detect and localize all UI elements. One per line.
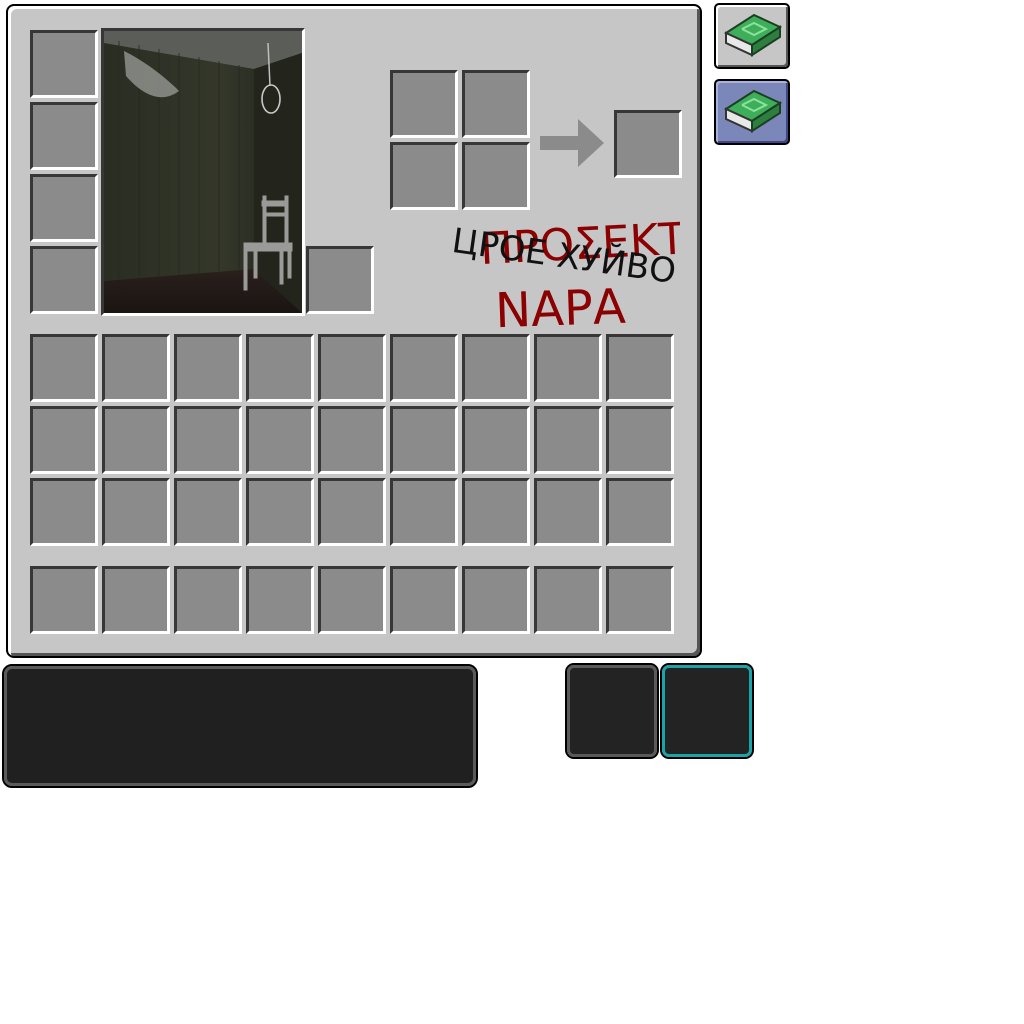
inventory-slot[interactable]	[462, 334, 530, 402]
hotbar-slot[interactable]	[534, 566, 602, 634]
crafting-slot-3[interactable]	[390, 142, 458, 210]
inventory-slot[interactable]	[30, 406, 98, 474]
inventory-slot[interactable]	[534, 334, 602, 402]
inventory-slot[interactable]	[102, 406, 170, 474]
crafting-arrow-icon	[540, 119, 604, 167]
inventory-slot[interactable]	[174, 478, 242, 546]
crafting-result-slot[interactable]	[614, 110, 682, 178]
inventory-slot[interactable]	[462, 406, 530, 474]
extra-slot-2-selected[interactable]	[660, 663, 754, 759]
armor-slot-helmet[interactable]	[30, 30, 98, 98]
inventory-slot[interactable]	[30, 334, 98, 402]
inventory-slot[interactable]	[318, 478, 386, 546]
inventory-slot[interactable]	[390, 334, 458, 402]
enchanted-book-icon	[723, 89, 783, 133]
inventory-slot[interactable]	[390, 406, 458, 474]
armor-slot-chestplate[interactable]	[30, 102, 98, 170]
extra-slot-1[interactable]	[565, 663, 659, 759]
hotbar-slot[interactable]	[318, 566, 386, 634]
enchanted-book-icon	[723, 13, 783, 57]
inventory-slot[interactable]	[534, 478, 602, 546]
inventory-slot[interactable]	[606, 406, 674, 474]
inventory-slot[interactable]	[246, 334, 314, 402]
crafting-slot-4[interactable]	[462, 142, 530, 210]
inventory-slot[interactable]	[246, 478, 314, 546]
inventory-slot[interactable]	[318, 334, 386, 402]
inventory-slot[interactable]	[534, 406, 602, 474]
inventory-slot[interactable]	[606, 334, 674, 402]
graffiti-scribble: ΠΡΟΣΕΚΤ ΝΑΡΑ ЦРОЕ ХУЙВО	[450, 213, 680, 335]
hotbar-slot[interactable]	[246, 566, 314, 634]
armor-slot-boots[interactable]	[30, 246, 98, 314]
recipe-book-tab-active[interactable]	[714, 79, 790, 145]
player-preview-image	[101, 28, 305, 316]
dark-room-picture	[104, 31, 302, 313]
hotbar-slot[interactable]	[390, 566, 458, 634]
inventory-slot[interactable]	[246, 406, 314, 474]
inventory-slot[interactable]	[462, 478, 530, 546]
inventory-slot[interactable]	[606, 478, 674, 546]
hotbar-slot[interactable]	[462, 566, 530, 634]
inventory-slot[interactable]	[390, 478, 458, 546]
search-textbox[interactable]	[2, 664, 478, 788]
inventory-slot[interactable]	[102, 478, 170, 546]
scribble-red-text-2: ΝΑΡΑ	[494, 279, 627, 335]
armor-slot-leggings[interactable]	[30, 174, 98, 242]
inventory-slot[interactable]	[102, 334, 170, 402]
hotbar-slot[interactable]	[174, 566, 242, 634]
inventory-slot[interactable]	[174, 406, 242, 474]
inventory-slot[interactable]	[318, 406, 386, 474]
hotbar-slot[interactable]	[102, 566, 170, 634]
hotbar-slot[interactable]	[606, 566, 674, 634]
crafting-slot-1[interactable]	[390, 70, 458, 138]
hotbar-slot[interactable]	[30, 566, 98, 634]
inventory-slot[interactable]	[174, 334, 242, 402]
offhand-slot[interactable]	[306, 246, 374, 314]
recipe-book-tab[interactable]	[714, 3, 790, 69]
inventory-slot[interactable]	[30, 478, 98, 546]
crafting-slot-2[interactable]	[462, 70, 530, 138]
